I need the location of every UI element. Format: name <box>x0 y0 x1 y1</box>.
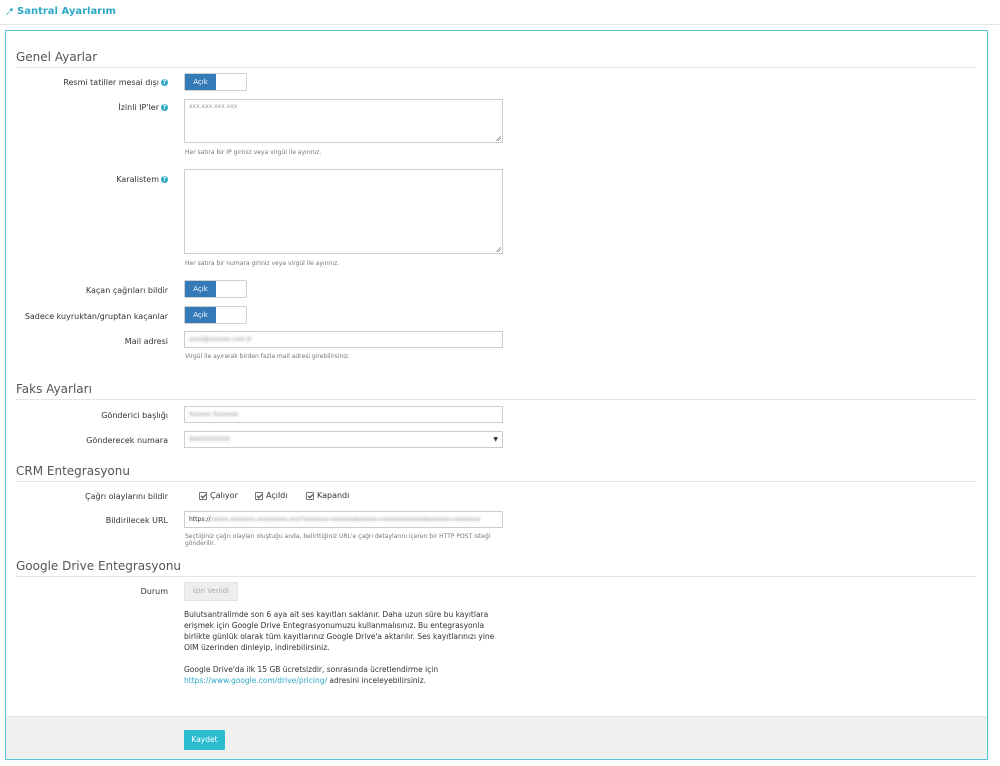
blacklist-textarea[interactable] <box>184 169 503 254</box>
caret-down-icon: ▼ <box>493 436 498 443</box>
gdrive-info-paragraph: Bulutsantralimde son 6 aya ait ses kayıt… <box>184 610 495 652</box>
queue-only-label: Sadece kuyruktan/gruptan kaçanlar <box>24 312 168 321</box>
section-title-crm: CRM Entegrasyonu <box>16 464 130 478</box>
toggle-on-label: Açık <box>185 74 216 90</box>
call-events-label: Çağrı olaylarını bildir <box>85 492 168 501</box>
save-button[interactable]: Kaydet <box>184 730 225 750</box>
toggle-on-label: Açık <box>185 281 216 297</box>
holiday-label: Resmi tatiller mesai dışı? <box>63 78 168 87</box>
page-title-text: Santral Ayarlarım <box>17 6 116 17</box>
settings-panel: Genel Ayarlar Resmi tatiller mesai dışı?… <box>5 30 988 760</box>
checkmark-icon <box>306 491 314 500</box>
section-title-general: Genel Ayarlar <box>16 50 98 64</box>
mail-value: xxxx@xxxxxx.com.tr <box>189 336 252 343</box>
holiday-toggle[interactable]: Açık <box>184 73 247 91</box>
resize-grip-icon[interactable] <box>495 246 501 252</box>
status-label: Durum <box>140 587 168 596</box>
fax-sender-input[interactable]: Xxxxxx Xxxxxxx <box>184 406 503 423</box>
wrench-icon <box>6 7 14 16</box>
section-divider <box>16 399 976 400</box>
ip-placeholder: xxx.xxx.xxx.xxx <box>189 103 238 110</box>
webhook-url-input[interactable]: https://xxxxx.xxxxxxx.xxx/xxxxx.xxx?xxxx… <box>184 511 503 528</box>
section-divider <box>16 576 976 577</box>
checkmark-icon <box>255 491 263 500</box>
section-divider <box>16 67 976 68</box>
toggle-on-label: Açık <box>185 307 216 323</box>
section-title-fax: Faks Ayarları <box>16 382 92 396</box>
mail-input[interactable]: xxxx@xxxxxx.com.tr <box>184 331 503 348</box>
fax-number-select[interactable]: 9XXXXXXXXX ▼ <box>184 431 503 448</box>
section-title-gdrive: Google Drive Entegrasyonu <box>16 559 182 573</box>
webhook-help-text: Seçtiğiniz çağrı olayları oluştuğu anda,… <box>185 533 491 547</box>
mail-help-text: Virgül ile ayırarak birden fazla mail ad… <box>185 353 350 360</box>
url-hidden: xxxxx.xxxxxxx.xxx/xxxxx.xxx?xxxxxxx=xxxx… <box>210 516 481 523</box>
resize-grip-icon[interactable] <box>495 135 501 141</box>
event-answered-checkbox[interactable]: Açıldı <box>255 491 287 500</box>
webhook-url-label: Bildirilecek URL <box>105 516 168 525</box>
help-icon[interactable]: ? <box>161 176 168 183</box>
missed-calls-toggle[interactable]: Açık <box>184 280 247 298</box>
missed-calls-label: Kaçan çağrıları bildir <box>85 286 168 295</box>
ip-help-text: Her satıra bir IP giriniz veya virgül il… <box>185 149 322 156</box>
fax-sender-value: Xxxxxx Xxxxxxx <box>189 411 239 418</box>
ip-textarea[interactable]: xxx.xxx.xxx.xxx <box>184 99 503 143</box>
checkmark-icon <box>199 491 207 500</box>
blacklist-help-text: Her satıra bir numara giriniz veya virgü… <box>185 260 340 267</box>
page-header: Santral Ayarlarım <box>0 0 1000 25</box>
page-title: Santral Ayarlarım <box>5 6 116 17</box>
ip-label: İzinli IP'ler? <box>118 103 168 112</box>
event-ringing-checkbox[interactable]: Çalıyor <box>199 491 238 500</box>
permission-granted-button[interactable]: İzin Verildi <box>184 582 238 601</box>
fax-number-value: 9XXXXXXXXX <box>189 436 230 443</box>
fax-number-label: Gönderecek numara <box>86 436 168 445</box>
form-footer: Kaydet <box>6 716 987 759</box>
gdrive-pricing-paragraph: Google Drive'da ilk 15 GB ücretsizdir, s… <box>184 665 439 685</box>
fax-sender-label: Gönderici başlığı <box>101 411 168 420</box>
url-prefix: https:// <box>189 516 211 523</box>
blacklist-label: Karalistem? <box>116 175 168 184</box>
pricing-link[interactable]: https://www.google.com/drive/pricing/ <box>184 676 327 685</box>
queue-only-toggle[interactable]: Açık <box>184 306 247 324</box>
help-icon[interactable]: ? <box>161 79 168 86</box>
event-hangup-checkbox[interactable]: Kapandı <box>306 491 349 500</box>
section-divider <box>16 481 976 482</box>
help-icon[interactable]: ? <box>161 104 168 111</box>
mail-label: Mail adresi <box>124 337 168 346</box>
